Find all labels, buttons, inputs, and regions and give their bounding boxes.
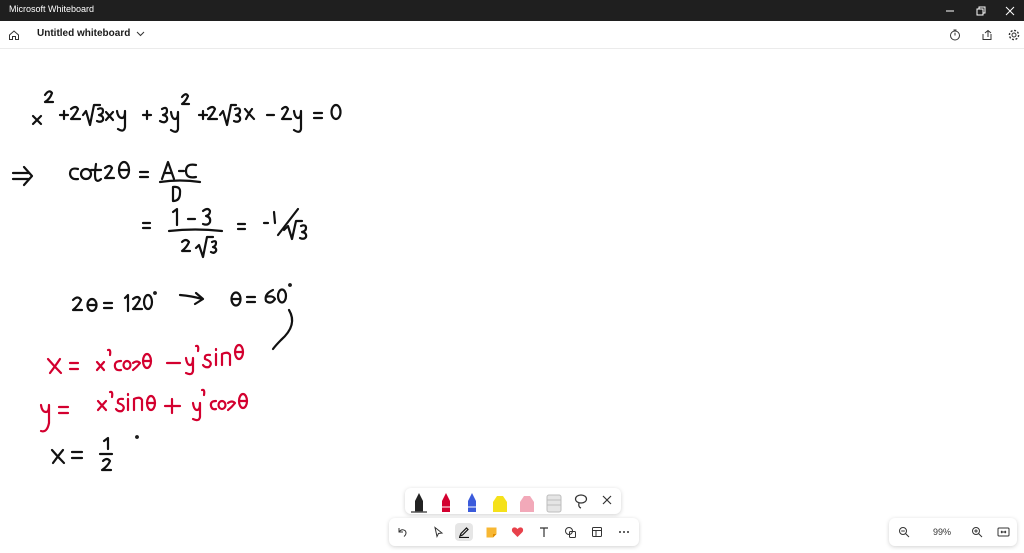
timer-button[interactable]: [946, 26, 964, 44]
settings-button[interactable]: [1005, 26, 1023, 44]
undo-button[interactable]: [393, 523, 411, 541]
sticky-note-button[interactable]: [482, 523, 500, 541]
templates-button[interactable]: [588, 523, 606, 541]
reaction-icon: [511, 527, 523, 537]
yellow-highlighter[interactable]: [493, 496, 507, 512]
chevron-down-icon: [136, 31, 145, 36]
pen-button[interactable]: [455, 523, 473, 541]
minimize-icon: [946, 10, 954, 11]
close-button[interactable]: [995, 0, 1024, 21]
board-title-dropdown[interactable]: Untitled whiteboard: [37, 28, 145, 39]
templates-icon: [592, 527, 602, 537]
lasso-select-icon[interactable]: [574, 494, 588, 509]
restore-button[interactable]: [966, 0, 996, 21]
share-icon: [982, 29, 992, 40]
home-button[interactable]: [5, 26, 23, 44]
fit-to-screen-icon: [997, 527, 1009, 537]
app-bar: Untitled whiteboard: [0, 21, 1024, 49]
reaction-button[interactable]: [508, 523, 526, 541]
red-pen[interactable]: [442, 493, 450, 512]
zoom-in-button[interactable]: [968, 523, 986, 541]
ink-equation-7[interactable]: [50, 435, 139, 472]
ink-equation-2[interactable]: [11, 160, 202, 203]
share-button[interactable]: [978, 26, 996, 44]
timer-icon: [950, 29, 960, 41]
main-toolbar: [389, 518, 639, 546]
home-icon: [9, 30, 19, 40]
settings-icon: [1008, 29, 1020, 41]
fit-to-screen-button[interactable]: [994, 523, 1012, 541]
more-icon: [619, 531, 629, 533]
zoom-out-button[interactable]: [895, 523, 913, 541]
ink-equation-6[interactable]: [39, 388, 249, 433]
ink-equation-5[interactable]: [46, 343, 245, 376]
more-button[interactable]: [615, 523, 633, 541]
select-button[interactable]: [429, 523, 447, 541]
shapes-icon: [564, 526, 576, 538]
undo-icon: [398, 528, 407, 537]
text-button[interactable]: [535, 523, 553, 541]
title-bar: Microsoft Whiteboard: [0, 0, 1024, 21]
zoom-out-icon: [899, 527, 910, 538]
close-tray-icon[interactable]: [602, 495, 612, 505]
zoom-level: 99%: [932, 527, 951, 537]
pen-icon: [458, 527, 469, 538]
zoom-panel: 99%: [889, 518, 1017, 546]
ink-equation-1[interactable]: [31, 90, 342, 133]
restore-icon: [976, 6, 986, 15]
select-icon: [434, 526, 444, 538]
black-pen[interactable]: [411, 493, 427, 513]
window-title: Microsoft Whiteboard: [9, 4, 95, 14]
zoom-in-icon: [972, 527, 983, 538]
eraser[interactable]: [546, 494, 562, 513]
shapes-button[interactable]: [561, 523, 579, 541]
ink-equation-3[interactable]: [141, 207, 308, 259]
ink-equation-4[interactable]: [71, 283, 294, 351]
pen-tray: [405, 488, 621, 514]
board-title: Untitled whiteboard: [37, 28, 131, 39]
close-icon: [1005, 6, 1015, 15]
minimize-button[interactable]: [935, 0, 965, 21]
pink-highlighter[interactable]: [520, 496, 534, 512]
blue-pen[interactable]: [468, 493, 476, 512]
text-icon: [540, 527, 548, 537]
sticky-note-icon: [486, 527, 496, 537]
whiteboard-canvas[interactable]: [0, 49, 1024, 548]
